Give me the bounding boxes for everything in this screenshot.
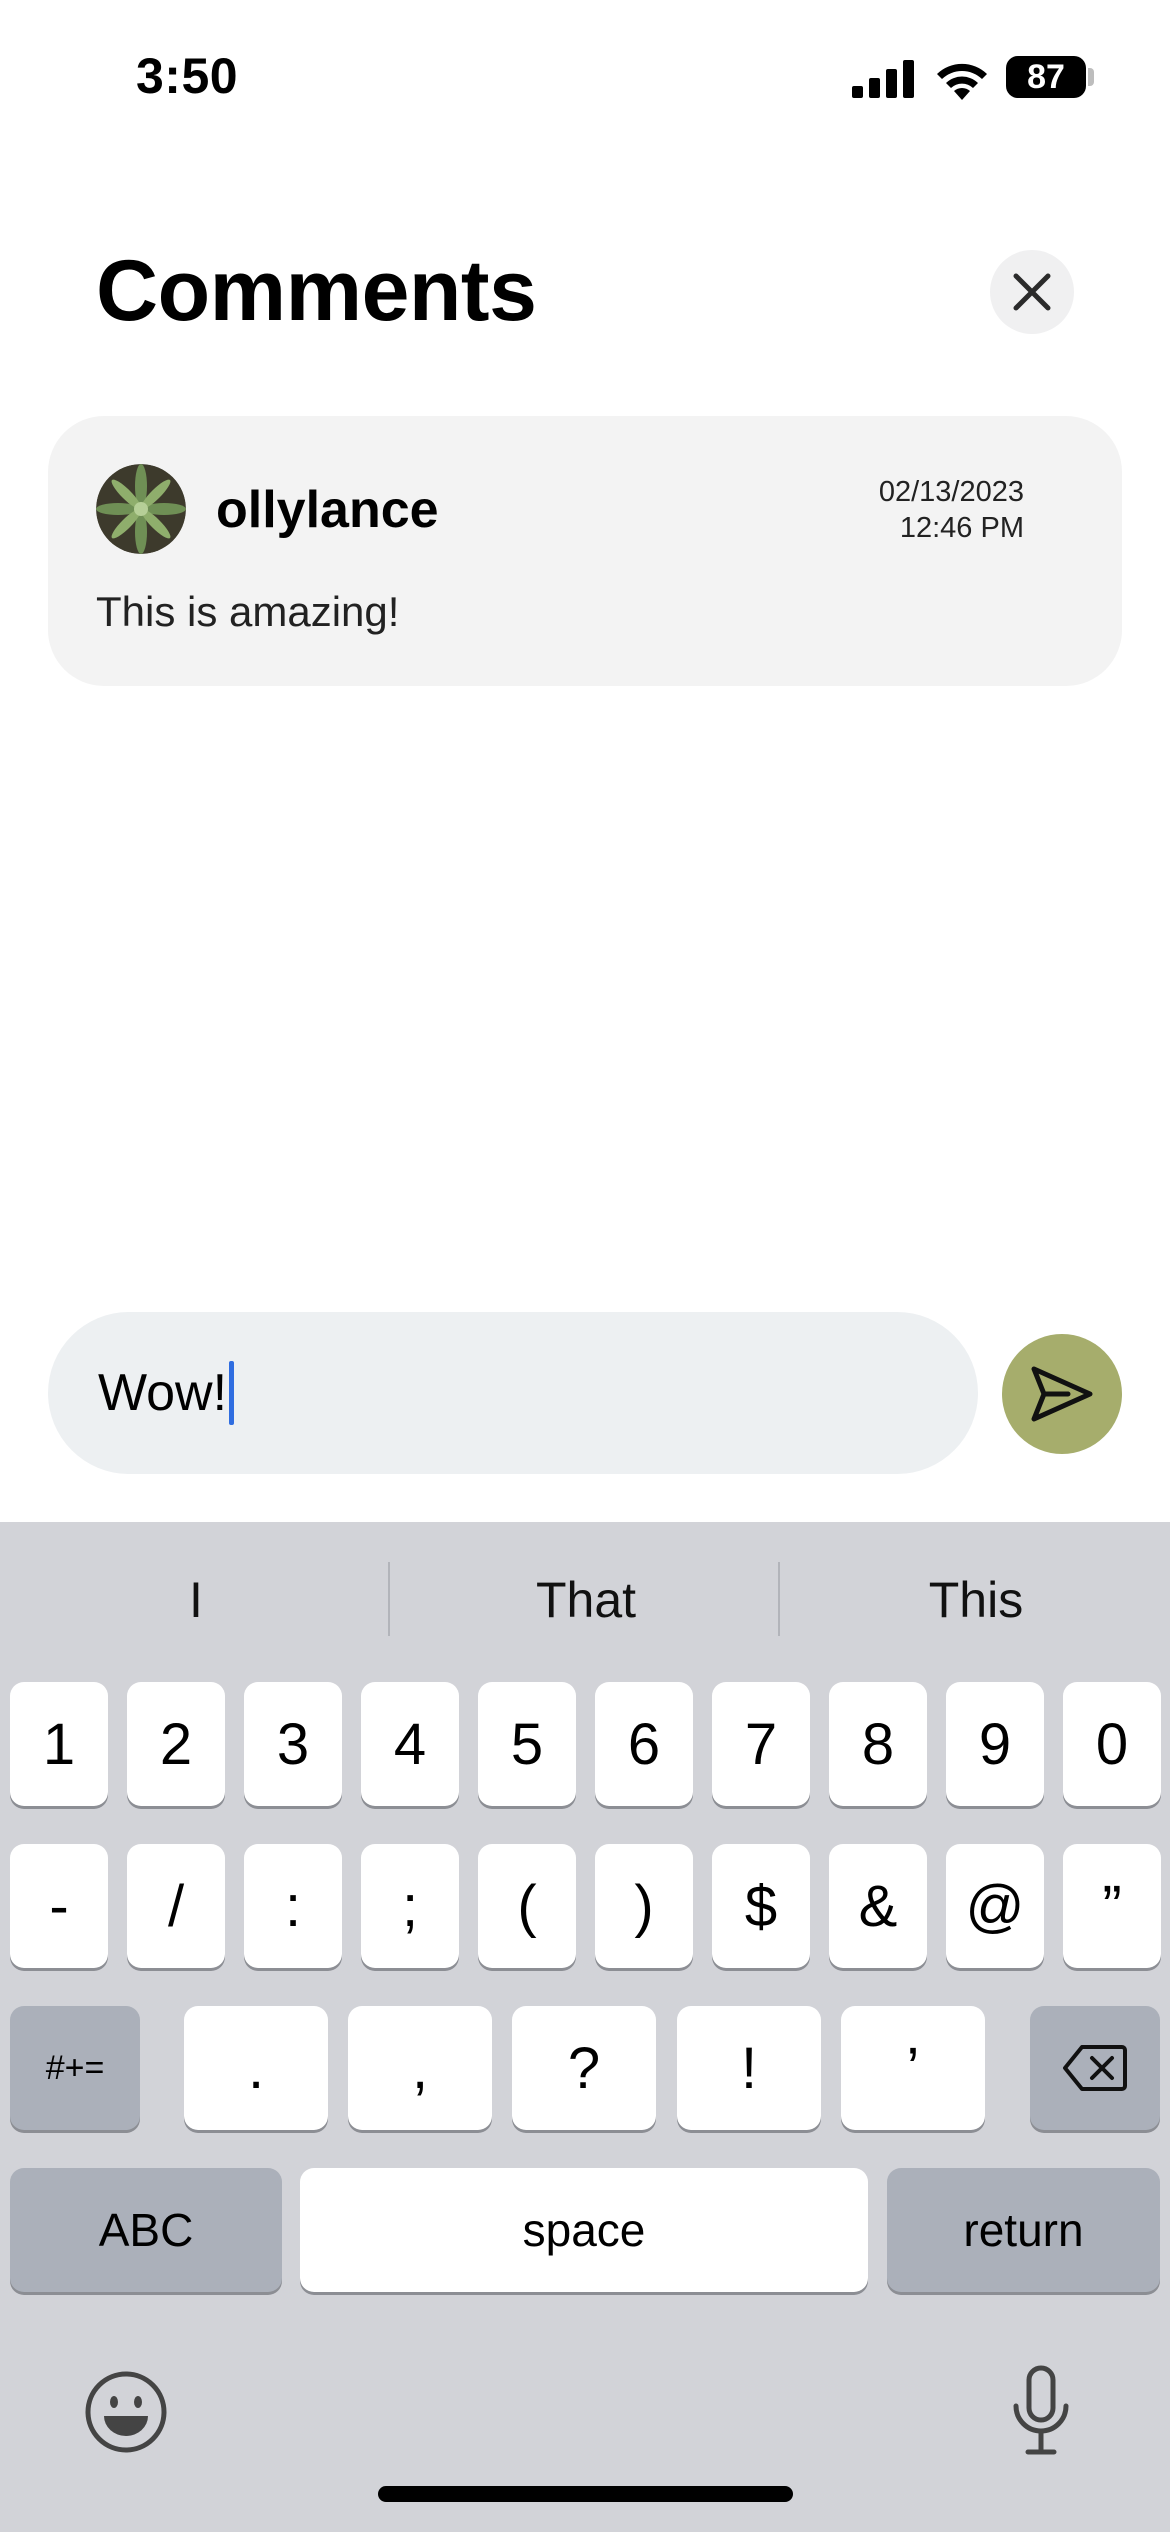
- key-semicolon[interactable]: ;: [361, 1844, 459, 1968]
- suggestion-1[interactable]: I: [6, 1560, 386, 1640]
- key-9[interactable]: 9: [946, 1682, 1044, 1806]
- microphone-icon[interactable]: [1010, 2364, 1072, 2458]
- key-slash[interactable]: /: [127, 1844, 225, 1968]
- page-title: Comments: [96, 243, 537, 339]
- send-button[interactable]: [1002, 1334, 1122, 1454]
- key-space[interactable]: space: [300, 2168, 868, 2292]
- key-quote[interactable]: ”: [1063, 1844, 1161, 1968]
- key-symbols[interactable]: #+=: [10, 2006, 140, 2130]
- key-period[interactable]: .: [184, 2006, 328, 2130]
- status-time: 3:50: [136, 48, 239, 104]
- key-2[interactable]: 2: [127, 1682, 225, 1806]
- comment-time: 12:46 PM: [899, 512, 1024, 544]
- emoji-icon[interactable]: [84, 2370, 168, 2454]
- comment-date: 02/13/2023: [878, 476, 1024, 508]
- key-6[interactable]: 6: [595, 1682, 693, 1806]
- comment-input[interactable]: Wow!: [48, 1312, 978, 1474]
- key-apostrophe[interactable]: ’: [841, 2006, 985, 2130]
- key-exclamation[interactable]: !: [677, 2006, 821, 2130]
- battery-icon: 87: [1006, 56, 1086, 98]
- send-icon: [1031, 1366, 1093, 1422]
- home-indicator: [378, 2486, 793, 2502]
- key-ampersand[interactable]: &: [829, 1844, 927, 1968]
- key-question[interactable]: ?: [512, 2006, 656, 2130]
- avatar-image: [96, 464, 186, 554]
- comment-input-value: Wow!: [98, 1364, 228, 1422]
- close-icon: [1013, 273, 1051, 311]
- key-at[interactable]: @: [946, 1844, 1044, 1968]
- delete-key[interactable]: [1030, 2006, 1160, 2130]
- text-caret: [229, 1361, 235, 1425]
- suggestion-divider: [388, 1562, 390, 1636]
- delete-icon: [1063, 2045, 1127, 2091]
- avatar[interactable]: [96, 464, 186, 554]
- key-open-paren[interactable]: (: [478, 1844, 576, 1968]
- battery-cap: [1088, 68, 1094, 86]
- close-button[interactable]: [990, 250, 1074, 334]
- key-colon[interactable]: :: [244, 1844, 342, 1968]
- wifi-icon: [937, 63, 987, 100]
- key-abc[interactable]: ABC: [10, 2168, 282, 2292]
- key-close-paren[interactable]: ): [595, 1844, 693, 1968]
- key-0[interactable]: 0: [1063, 1682, 1161, 1806]
- comment-username[interactable]: ollylance: [216, 478, 439, 542]
- battery-level: 87: [1027, 58, 1065, 96]
- cellular-signal-icon: [852, 60, 914, 98]
- key-return[interactable]: return: [887, 2168, 1160, 2292]
- key-dollar[interactable]: $: [712, 1844, 810, 1968]
- suggestion-3[interactable]: This: [786, 1560, 1166, 1640]
- suggestion-divider: [778, 1562, 780, 1636]
- key-1[interactable]: 1: [10, 1682, 108, 1806]
- key-7[interactable]: 7: [712, 1682, 810, 1806]
- comment-card: [48, 416, 1122, 686]
- key-comma[interactable]: ,: [348, 2006, 492, 2130]
- comment-text: This is amazing!: [96, 588, 400, 635]
- key-8[interactable]: 8: [829, 1682, 927, 1806]
- suggestion-2[interactable]: That: [396, 1560, 776, 1640]
- comment-timestamp: 02/13/2023 12:46 PM: [879, 474, 1024, 546]
- key-3[interactable]: 3: [244, 1682, 342, 1806]
- key-5[interactable]: 5: [478, 1682, 576, 1806]
- key-hyphen[interactable]: -: [10, 1844, 108, 1968]
- key-4[interactable]: 4: [361, 1682, 459, 1806]
